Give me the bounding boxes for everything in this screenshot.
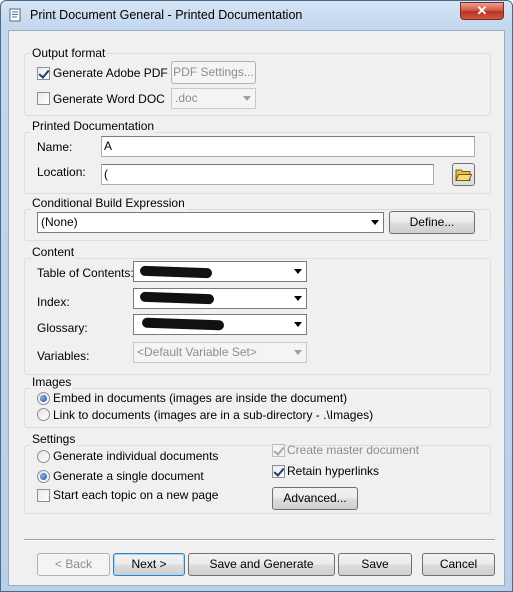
title-bar[interactable]: Print Document General - Printed Documen… [1,1,512,29]
generate-word-label[interactable]: Generate Word DOC [53,92,165,106]
dialog-window: Print Document General - Printed Documen… [0,0,513,592]
chevron-down-icon [243,96,251,101]
build-expression-select[interactable]: (None) [37,212,384,233]
word-format-value: .doc [175,91,198,105]
word-format-select[interactable]: .doc [171,88,256,109]
individual-documents-label[interactable]: Generate individual documents [53,449,218,463]
variables-value: <Default Variable Set> [137,345,257,359]
location-field[interactable]: ( [101,164,434,185]
master-document-checkbox[interactable] [272,444,285,457]
dialog-body: Output format Generate Adobe PDF PDF Set… [8,30,505,586]
redaction-mark [139,291,215,305]
images-legend: Images [31,375,73,389]
browse-folder-button[interactable] [452,163,475,186]
glossary-select[interactable] [133,314,307,335]
build-expression-value: (None) [41,215,78,229]
retain-hyperlinks-label[interactable]: Retain hyperlinks [287,464,379,478]
save-button[interactable]: Save [338,553,412,576]
variables-label: Variables: [37,349,90,363]
name-field[interactable]: A [101,136,475,157]
chevron-down-icon [294,269,302,274]
index-select[interactable] [133,288,307,309]
generate-pdf-label[interactable]: Generate Adobe PDF [53,66,168,80]
define-button[interactable]: Define... [389,211,475,234]
single-document-label[interactable]: Generate a single document [53,469,204,483]
advanced-button[interactable]: Advanced... [272,487,358,510]
window-title: Print Document General - Printed Documen… [30,8,303,22]
generate-pdf-checkbox[interactable] [37,67,50,80]
variables-select[interactable]: <Default Variable Set> [133,342,307,363]
redaction-mark [139,265,213,279]
link-images-radio[interactable] [37,408,50,421]
close-icon: ✕ [476,3,488,18]
chevron-down-icon [294,322,302,327]
settings-legend: Settings [31,432,77,446]
generate-word-checkbox[interactable] [37,92,50,105]
toc-label: Table of Contents: [37,266,134,280]
glossary-label: Glossary: [37,321,88,335]
name-label: Name: [37,140,73,154]
embed-images-label[interactable]: Embed in documents (images are inside th… [53,391,347,405]
chevron-down-icon [294,296,302,301]
pdf-settings-button[interactable]: PDF Settings... [171,61,256,84]
cancel-button[interactable]: Cancel [422,553,495,576]
document-icon [9,8,21,22]
new-page-checkbox[interactable] [37,489,50,502]
output-format-legend: Output format [31,46,107,60]
index-label: Index: [37,295,70,309]
toc-select[interactable] [133,261,307,282]
chevron-down-icon [294,350,302,355]
retain-hyperlinks-checkbox[interactable] [272,465,285,478]
footer-separator [24,539,495,541]
chevron-down-icon [371,220,379,225]
link-images-label[interactable]: Link to documents (images are in a sub-d… [53,408,373,422]
output-format-group [24,53,491,116]
single-document-radio[interactable] [37,470,50,483]
master-document-label[interactable]: Create master document [287,443,419,457]
open-folder-icon [455,169,473,181]
content-legend: Content [31,245,76,259]
close-button[interactable]: ✕ [460,2,504,20]
next-button[interactable]: Next > [113,553,185,576]
embed-images-radio[interactable] [37,392,50,405]
printed-documentation-legend: Printed Documentation [31,119,156,133]
back-button[interactable]: < Back [37,553,110,576]
new-page-label[interactable]: Start each topic on a new page [53,488,218,502]
individual-documents-radio[interactable] [37,450,50,463]
redaction-mark [141,317,225,331]
location-label: Location: [37,165,86,179]
save-and-generate-button[interactable]: Save and Generate [188,553,335,576]
conditional-build-legend: Conditional Build Expression [31,196,186,210]
